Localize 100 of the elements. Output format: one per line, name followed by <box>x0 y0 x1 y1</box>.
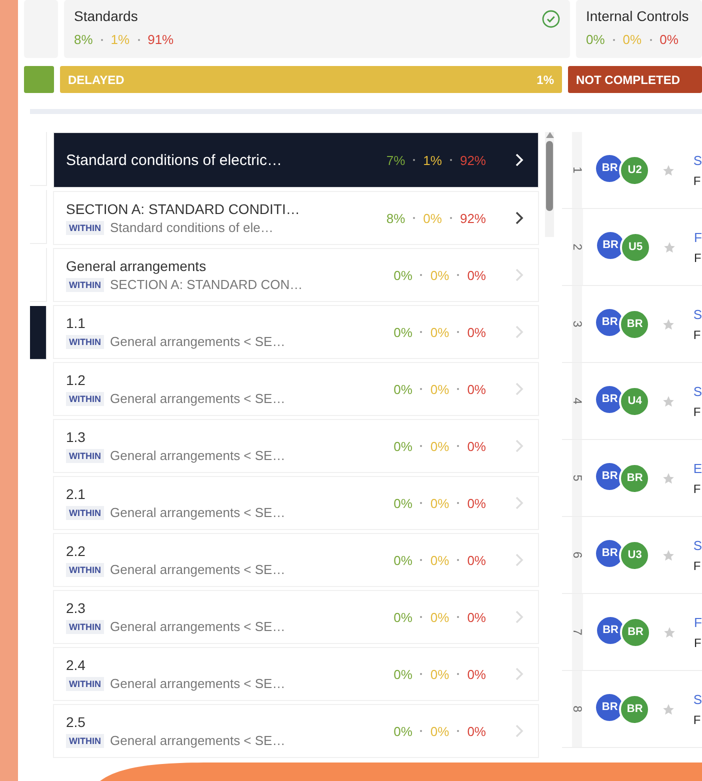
avatar: BR <box>596 386 624 412</box>
row-title: 2.4 <box>66 657 86 673</box>
parent-path: General arrangements < SE… <box>110 676 286 691</box>
within-tag: WITHIN <box>66 334 104 348</box>
requirement-row[interactable]: 1.3 WITHIN General arrangements < SE… 0% 0% 0% <box>53 419 539 473</box>
row-title: 1.1 <box>66 315 86 331</box>
assignment-title[interactable]: S <box>693 692 702 706</box>
assignment-subtitle: F <box>693 404 702 418</box>
requirement-row[interactable]: SECTION A: STANDARD CONDITI… WITHIN Standard conditions of ele… 8% 0% 92% <box>53 191 539 245</box>
star-icon[interactable] <box>663 626 676 638</box>
scroll-up-arrow-icon[interactable] <box>546 132 554 138</box>
row-number: 8 <box>572 671 582 747</box>
percent-value: 0% <box>394 610 412 624</box>
requirement-row[interactable]: 2.5 WITHIN General arrangements < SE… 0% 0% 0% <box>53 704 539 758</box>
assignment-title[interactable]: F <box>694 230 702 244</box>
requirement-row[interactable]: 2.2 WITHIN General arrangements < SE… 0% 0% 0% <box>53 533 539 587</box>
star-icon[interactable] <box>662 548 676 562</box>
star-icon[interactable] <box>662 394 676 408</box>
assignment-title[interactable]: F <box>694 614 702 630</box>
list-card[interactable] <box>30 306 47 360</box>
row-title: General arrangements <box>66 258 208 274</box>
assignment-title[interactable]: S <box>693 152 702 168</box>
avatar: BR <box>619 694 650 724</box>
separator-dot-icon <box>457 445 460 447</box>
parent-path: General arrangements < SE… <box>110 448 286 463</box>
percent-value: 0% <box>467 666 486 682</box>
percent-value: 0% <box>467 552 486 568</box>
assignment-subtitle: F <box>693 174 702 188</box>
assignment-subtitle: F <box>694 636 702 650</box>
separator-dot-icon <box>457 616 460 618</box>
parent-path: General arrangements < SE… <box>110 562 286 577</box>
avatar: BR <box>619 308 650 340</box>
separator-dot-icon <box>413 217 416 219</box>
percent-value: 0% <box>467 610 486 624</box>
percent-value: 0% <box>467 438 486 454</box>
avatar: BR <box>620 616 652 648</box>
assignment-subtitle: F <box>693 328 702 342</box>
requirement-row[interactable]: 2.1 WITHIN General arrangements < SE… 0% 0% 0% <box>53 476 539 530</box>
requirement-row[interactable]: 1.1 WITHIN General arrangements < SE… 0% 0% 0% <box>53 305 539 359</box>
percent-value: 0% <box>430 610 450 624</box>
avatar: BR <box>597 616 624 644</box>
percent-value: 0% <box>430 724 450 738</box>
separator-dot-icon <box>650 38 652 40</box>
requirement-row[interactable]: 1.2 WITHIN General arrangements < SE… 0% 0% 0% <box>53 362 539 416</box>
percent-value: 0% <box>430 438 450 454</box>
assignment-title[interactable]: S <box>693 384 702 398</box>
percent-value: 0% <box>394 438 412 454</box>
status-label: DELAYED <box>68 72 124 86</box>
assignment-title[interactable]: S <box>693 538 702 552</box>
row-number: 2 <box>572 209 584 285</box>
avatar: BR <box>596 694 624 720</box>
avatar: BR <box>596 308 624 336</box>
percent-value: 0% <box>394 666 412 682</box>
separator-dot-icon <box>612 38 615 40</box>
percent-value: 0% <box>467 324 486 340</box>
separator-dot-icon <box>420 388 422 390</box>
row-title: SECTION A: STANDARD CONDITI… <box>66 201 301 217</box>
within-tag: WITHIN <box>66 620 104 634</box>
star-icon[interactable] <box>662 472 676 484</box>
row-number: 7 <box>572 594 584 670</box>
separator-dot-icon <box>457 388 460 390</box>
assignment-title[interactable]: S <box>693 306 702 322</box>
star-icon[interactable] <box>662 702 676 716</box>
requirement-row[interactable]: 2.4 WITHIN General arrangements < SE… 0% 0% 0% <box>53 647 539 701</box>
star-icon[interactable] <box>663 240 676 254</box>
assignment-subtitle: F <box>693 712 702 726</box>
separator-dot-icon <box>450 159 452 161</box>
row-number: 1 <box>572 132 582 208</box>
percent-value: 0% <box>586 32 605 47</box>
avatar: BR <box>596 154 624 182</box>
avatar: U4 <box>619 386 650 416</box>
separator-dot-icon <box>457 502 460 504</box>
percent-value: 1% <box>110 32 130 47</box>
separator-dot-icon <box>420 502 422 504</box>
avatar: BR <box>619 462 650 494</box>
percent-value: 0% <box>430 382 450 396</box>
status-bar <box>24 66 54 93</box>
row-number: 6 <box>572 517 582 593</box>
row-title: 2.2 <box>66 543 86 559</box>
percent-value: 0% <box>467 268 486 282</box>
requirement-row[interactable]: Standard conditions of electric… 7% 1% 92% <box>53 132 539 188</box>
assignment-title[interactable]: E <box>693 460 702 476</box>
avatar: U2 <box>619 154 650 186</box>
requirement-row[interactable]: 2.3 WITHIN General arrangements < SE… 0% 0% 0% <box>53 590 539 644</box>
separator-dot-icon <box>413 159 416 161</box>
avatar: BR <box>596 462 624 490</box>
separator-dot-icon <box>420 616 422 618</box>
row-title: 1.3 <box>66 429 86 445</box>
percent-value: 1% <box>423 152 442 168</box>
requirement-row[interactable]: General arrangements WITHIN SECTION A: STANDARD CON… 0% 0% 0% <box>53 248 539 302</box>
star-icon[interactable] <box>662 318 676 330</box>
separator-dot-icon <box>420 331 422 333</box>
scrollbar[interactable] <box>545 132 554 237</box>
parent-path: General arrangements < SE… <box>110 619 286 634</box>
star-icon[interactable] <box>662 164 676 176</box>
separator-dot-icon <box>100 38 103 40</box>
percent-value: 8% <box>386 210 406 226</box>
status-label: NOT COMPLETED <box>576 72 680 86</box>
avatar: BR <box>596 540 624 566</box>
row-title: 2.5 <box>66 714 86 730</box>
